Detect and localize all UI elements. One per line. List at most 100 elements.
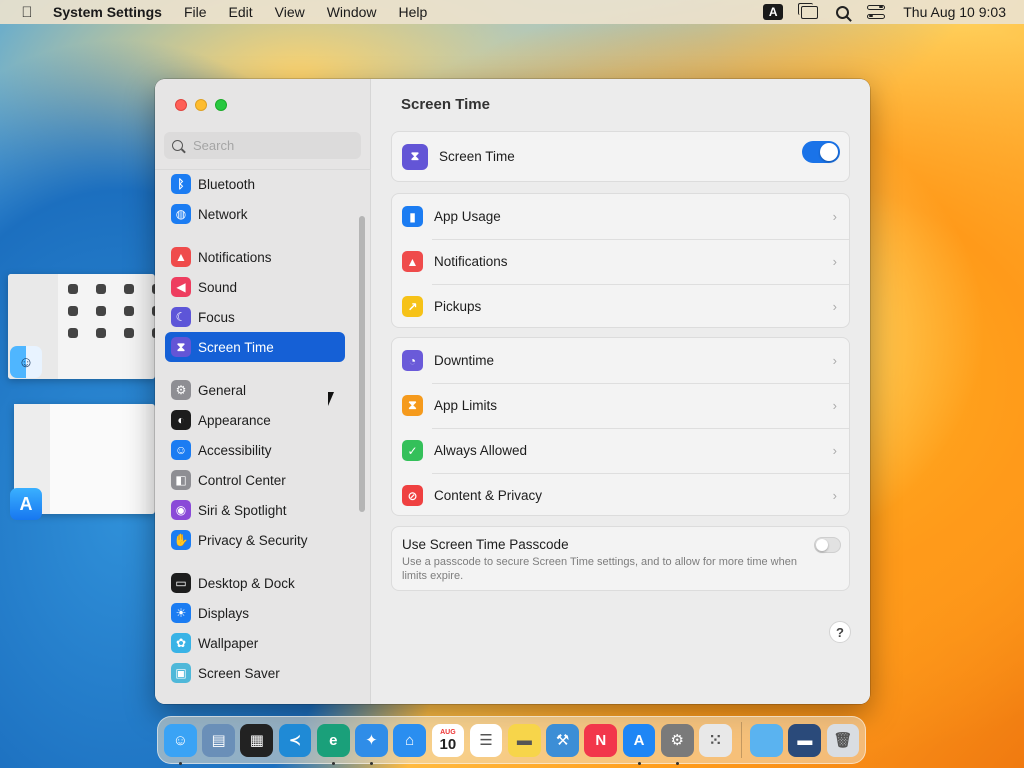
sidebar-scrollbar[interactable]: [359, 216, 365, 512]
sidebar-item-label: Siri & Spotlight: [198, 502, 287, 518]
keynote-icon[interactable]: ⌂: [393, 723, 427, 757]
menu-view[interactable]: View: [275, 4, 305, 20]
sidebar-item-control-center[interactable]: ◧ Control Center: [165, 465, 345, 495]
xcode-icon[interactable]: ⚒: [546, 723, 579, 757]
sidebar-item-accessibility[interactable]: ☺ Accessibility: [165, 435, 345, 465]
sidebar-list: ᛒ Bluetooth ◍ Network ▲ Notifications ◀ Sound ☾ F…: [155, 169, 371, 704]
sidebar-item-siri-and-spotlight[interactable]: ◉ Siri & Spotlight: [165, 495, 345, 525]
menu-edit[interactable]: Edit: [229, 4, 253, 20]
edge-icon[interactable]: e: [316, 723, 350, 765]
sidebar-item-sound[interactable]: ◀ Sound: [165, 272, 345, 302]
row-label: Pickups: [434, 299, 482, 314]
row-label: Content & Privacy: [434, 488, 543, 503]
wallpaper-icon: ✿: [171, 633, 191, 653]
app-store-icon[interactable]: A: [10, 488, 42, 520]
moon-icon: ☾: [171, 307, 191, 327]
row-label: Notifications: [434, 254, 508, 269]
menu-clock[interactable]: Thu Aug 10 9:03: [903, 4, 1006, 20]
sidebar-item-displays[interactable]: ☀ Displays: [165, 598, 345, 628]
sidebar-item-label: Notifications: [198, 249, 272, 265]
minimize-button[interactable]: [195, 99, 207, 111]
sidebar-item-screen-saver[interactable]: ▣ Screen Saver: [165, 658, 345, 688]
sidebar-item-label: Screen Time: [198, 339, 274, 355]
app-menu[interactable]: System Settings: [53, 4, 162, 20]
sidebar-item-bluetooth[interactable]: ᛒ Bluetooth: [165, 170, 345, 199]
sidebar-item-label: Desktop & Dock: [198, 575, 295, 591]
finder-icon[interactable]: ☺: [164, 723, 197, 765]
safari-icon[interactable]: ✦: [355, 723, 388, 765]
sidebar-item-general[interactable]: ⚙ General: [165, 375, 345, 405]
sidebar-item-label: Focus: [198, 309, 235, 325]
row-content-and-privacy[interactable]: ⊘ Content & Privacy ›: [392, 473, 849, 518]
mouse-cursor: [328, 392, 340, 406]
menu-bar:  System Settings File Edit View Window …: [0, 0, 1024, 24]
close-button[interactable]: [175, 99, 187, 111]
sun-icon: ☀: [171, 603, 191, 623]
search-icon: [172, 140, 183, 151]
accessibility-icon: ☺: [171, 440, 191, 460]
passcode-toggle[interactable]: [814, 537, 841, 553]
system-settings-window: ᛒ Bluetooth ◍ Network ▲ Notifications ◀ Sound ☾ F…: [155, 79, 870, 704]
sidebar-item-label: Sound: [198, 279, 238, 295]
launchpad-icon[interactable]: ⁙: [699, 723, 732, 757]
menu-file[interactable]: File: [184, 4, 207, 20]
menu-window[interactable]: Window: [327, 4, 377, 20]
screenshot-folder-icon[interactable]: ▬: [788, 723, 822, 757]
app-store-icon[interactable]: A: [622, 723, 656, 765]
usage-group: ▮ App Usage › ▲ Notifications › ↗ Pickups ›: [391, 193, 850, 328]
sidebar-item-screen-time[interactable]: ⧗ Screen Time: [165, 332, 345, 362]
passcode-description: Use a passcode to secure Screen Time set…: [402, 556, 797, 582]
finder-icon[interactable]: ☺: [10, 346, 42, 378]
trash-icon[interactable]: 🗑: [826, 723, 860, 757]
screen-time-toggle-label: Screen Time: [439, 149, 515, 164]
pickups-icon: ↗: [402, 296, 423, 317]
sidebar-item-notifications[interactable]: ▲ Notifications: [165, 242, 345, 272]
chevron-right-icon: ›: [832, 443, 837, 458]
sidebar-item-privacy-and-security[interactable]: ✋ Privacy & Security: [165, 525, 345, 555]
help-button[interactable]: ?: [829, 621, 851, 643]
menu-help[interactable]: Help: [399, 4, 428, 20]
row-always-allowed[interactable]: ✓ Always Allowed ›: [392, 428, 849, 473]
sidebar-item-label: Network: [198, 206, 248, 222]
search-input[interactable]: [193, 138, 343, 153]
mission-control-icon[interactable]: ▦: [240, 723, 274, 757]
apple-menu-icon[interactable]: : [17, 4, 37, 21]
search-field[interactable]: [164, 132, 361, 159]
sidebar-item-focus[interactable]: ☾ Focus: [165, 302, 345, 332]
bar-chart-icon: ▮: [402, 206, 423, 227]
row-app-usage[interactable]: ▮ App Usage ›: [392, 194, 849, 239]
news-icon[interactable]: N: [584, 723, 618, 757]
row-pickups[interactable]: ↗ Pickups ›: [392, 284, 849, 329]
row-label: App Limits: [434, 398, 498, 413]
screen-time-toggle[interactable]: [802, 141, 840, 163]
spotlight-search-icon[interactable]: [836, 5, 850, 19]
sidebar-item-label: Bluetooth: [198, 176, 256, 192]
row-app-limits[interactable]: ⧗ App Limits ›: [392, 383, 849, 428]
preview-icon[interactable]: ▤: [202, 723, 235, 757]
chevron-right-icon: ›: [832, 209, 837, 224]
row-downtime[interactable]: ◔ Downtime ›: [392, 338, 849, 383]
sidebar-item-wallpaper[interactable]: ✿ Wallpaper: [165, 628, 345, 658]
row-notifications[interactable]: ▲ Notifications ›: [392, 239, 849, 284]
sidebar-item-appearance[interactable]: ◐ Appearance: [165, 405, 345, 435]
system-settings-icon[interactable]: ⚙: [660, 723, 694, 765]
row-label: App Usage: [434, 209, 501, 224]
appearance-icon: ◐: [171, 410, 191, 430]
calendar-icon[interactable]: AUG 10: [431, 723, 465, 757]
zoom-button[interactable]: [215, 99, 227, 111]
notes-icon[interactable]: ▬: [507, 723, 541, 757]
hourglass-icon: ⧗: [402, 395, 423, 416]
sidebar-item-desktop-and-dock[interactable]: ▭ Desktop & Dock: [165, 568, 345, 598]
reminders-icon[interactable]: ☰: [469, 723, 503, 757]
stage-manager-icon[interactable]: [798, 2, 819, 19]
siri-icon: ◉: [171, 500, 191, 520]
screen-time-toggle-row: ⧗ Screen Time: [392, 132, 849, 181]
passcode-title: Use Screen Time Passcode: [402, 537, 569, 552]
vscode-icon[interactable]: ≺: [278, 723, 312, 757]
input-source-icon[interactable]: A: [763, 4, 784, 20]
control-center-icon[interactable]: [867, 5, 886, 19]
folder-icon[interactable]: [750, 723, 783, 757]
sidebar-item-network[interactable]: ◍ Network: [165, 199, 345, 229]
chevron-right-icon: ›: [832, 398, 837, 413]
dock: ☺ ▤ ▦ ≺ e ✦ ⌂ AUG 10 ☰ ▬ ⚒ N A ⚙ ⁙ ▬ 🗑: [157, 716, 866, 765]
